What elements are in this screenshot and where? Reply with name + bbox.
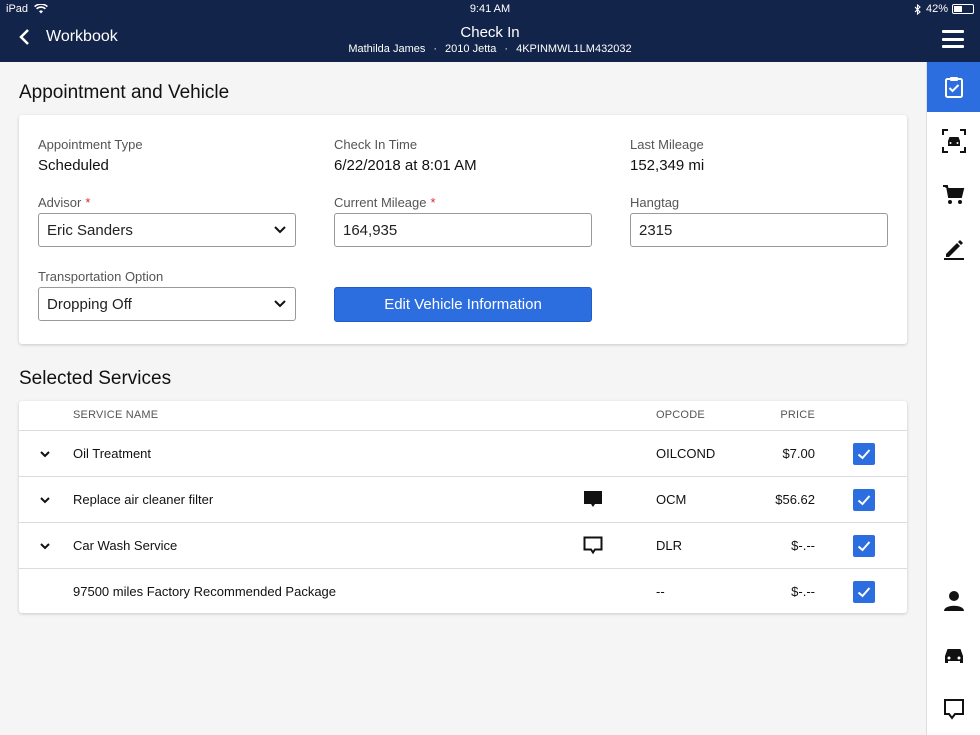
separator: ·: [504, 43, 509, 55]
appointment-type-value: Scheduled: [38, 157, 109, 174]
service-name: Car Wash Service: [73, 538, 178, 553]
chevron-down-icon: [274, 226, 286, 234]
table-row: 97500 miles Factory Recommended Package …: [19, 568, 907, 614]
right-sidebar: [926, 62, 980, 735]
battery-level: [954, 6, 962, 12]
sidebar-item-checkin[interactable]: [927, 62, 980, 112]
service-opcode: OCM: [656, 492, 687, 507]
comment-outline-icon[interactable]: [583, 536, 603, 556]
comment-icon: [944, 699, 964, 720]
service-name: Replace air cleaner filter: [73, 492, 214, 507]
bluetooth-icon: [914, 3, 921, 15]
service-opcode: --: [656, 584, 665, 599]
hangtag-label: Hangtag: [630, 195, 680, 210]
transportation-select[interactable]: Dropping Off: [38, 287, 296, 321]
hangtag-input[interactable]: 2315: [630, 213, 888, 247]
vin: 4KPINMWL1LM432032: [516, 43, 632, 55]
vehicle-scan-icon: [942, 129, 966, 153]
service-name: 97500 miles Factory Recommended Package: [73, 584, 337, 599]
battery-percent: 42%: [925, 3, 948, 15]
service-checkbox[interactable]: [853, 443, 875, 465]
service-opcode: OILCOND: [656, 446, 716, 461]
section-title-appointment: Appointment and Vehicle: [19, 82, 230, 103]
service-price: $56.62: [775, 492, 815, 507]
column-header-service-name: SERVICE NAME: [73, 409, 159, 421]
current-mileage-value: 164,935: [343, 221, 398, 239]
section-title-services: Selected Services: [19, 368, 172, 389]
status-right: 42%: [914, 3, 974, 15]
edit-vehicle-button[interactable]: Edit Vehicle Information: [334, 287, 592, 322]
table-header: SERVICE NAME OPCODE PRICE: [19, 401, 907, 430]
checkmark-icon: [857, 449, 871, 460]
page-title: Check In: [460, 24, 520, 41]
current-mileage-label: Current Mileage *: [334, 195, 436, 210]
service-checkbox[interactable]: [853, 581, 875, 603]
service-opcode: DLR: [656, 538, 683, 553]
chevron-down-icon[interactable]: [39, 448, 51, 460]
sidebar-item-cart[interactable]: [927, 170, 980, 220]
clipboard-check-icon: [945, 77, 963, 98]
separator: ·: [433, 43, 438, 55]
advisor-label: Advisor *: [38, 195, 90, 210]
page-subtitle: Mathilda James · 2010 Jetta · 4KPINMWL1L…: [0, 43, 980, 55]
check-in-time-value: 6/22/2018 at 8:01 AM: [334, 157, 477, 174]
chevron-down-icon[interactable]: [39, 494, 51, 506]
sidebar-item-vehicle[interactable]: [927, 630, 980, 680]
chevron-down-icon[interactable]: [39, 540, 51, 552]
comment-filled-icon[interactable]: [583, 490, 603, 510]
customer-name: Mathilda James: [348, 43, 426, 55]
cart-icon: [943, 185, 965, 204]
transportation-label: Transportation Option: [38, 269, 164, 284]
edit-pencil-icon: [944, 240, 964, 260]
hangtag-value: 2315: [639, 221, 673, 239]
battery-icon: [952, 4, 974, 14]
column-header-price: PRICE: [780, 409, 815, 421]
service-price: $-.--: [791, 584, 815, 599]
column-header-opcode: OPCODE: [656, 409, 705, 421]
table-row: Oil Treatment OILCOND $7.00: [19, 430, 907, 476]
required-mark: *: [85, 195, 91, 210]
table-row: Car Wash Service DLR $-.--: [19, 522, 907, 568]
service-checkbox[interactable]: [853, 489, 875, 511]
service-name: Oil Treatment: [73, 446, 152, 461]
vehicle-name: 2010 Jetta: [445, 43, 497, 55]
services-table: SERVICE NAME OPCODE PRICE Oil Treatment …: [19, 401, 907, 613]
required-mark: *: [430, 195, 436, 210]
appointment-card: Appointment Type Scheduled Check In Time…: [19, 115, 907, 344]
sidebar-item-messages[interactable]: [927, 684, 980, 734]
current-mileage-input[interactable]: 164,935: [334, 213, 592, 247]
table-row: Replace air cleaner filter OCM $56.62: [19, 476, 907, 522]
car-icon: [945, 649, 963, 663]
sidebar-item-edit[interactable]: [927, 224, 980, 274]
advisor-value: Eric Sanders: [47, 221, 133, 239]
advisor-label-text: Advisor: [38, 195, 82, 210]
chevron-down-icon: [274, 300, 286, 308]
service-price: $7.00: [782, 446, 815, 461]
hamburger-menu-icon[interactable]: [942, 30, 964, 48]
title-block: Check In Mathilda James · 2010 Jetta · 4…: [0, 24, 980, 55]
last-mileage-value: 152,349 mi: [630, 157, 705, 174]
person-icon: [944, 591, 964, 611]
checkmark-icon: [857, 541, 871, 552]
current-mileage-label-text: Current Mileage: [334, 195, 427, 210]
checkmark-icon: [857, 587, 871, 598]
transportation-value: Dropping Off: [47, 295, 132, 313]
sidebar-item-vehicle-scan[interactable]: [927, 116, 980, 166]
last-mileage-label: Last Mileage: [630, 137, 704, 152]
service-price: $-.--: [791, 538, 815, 553]
advisor-select[interactable]: Eric Sanders: [38, 213, 296, 247]
sidebar-item-customer[interactable]: [927, 576, 980, 626]
app-header: iPad 9:41 AM 42% Workbook Check In Mathi…: [0, 0, 980, 62]
appointment-type-label: Appointment Type: [38, 137, 143, 152]
status-time: 9:41 AM: [469, 3, 511, 15]
checkmark-icon: [857, 495, 871, 506]
check-in-time-label: Check In Time: [334, 137, 418, 152]
service-checkbox[interactable]: [853, 535, 875, 557]
